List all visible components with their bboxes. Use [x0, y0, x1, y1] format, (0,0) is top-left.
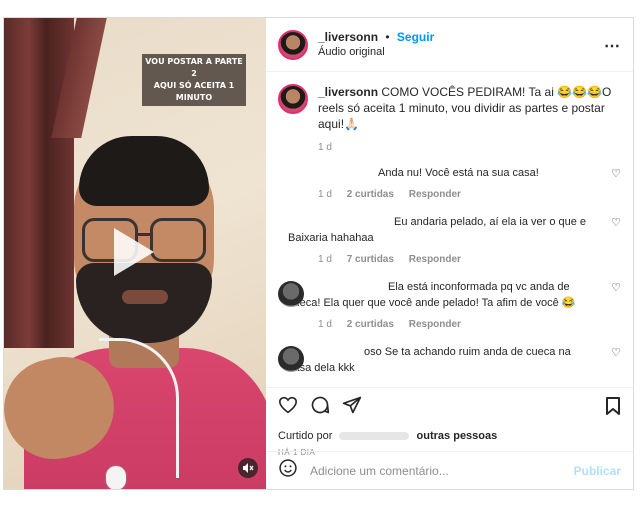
- comment-likes[interactable]: 7 curtidas: [347, 254, 394, 265]
- reel-video[interactable]: VOU POSTAR A PARTE 2 AQUI SÓ ACEITA 1 MI…: [4, 18, 266, 489]
- comment-reply-button[interactable]: Responder: [409, 189, 461, 200]
- separator-dot: •: [385, 30, 390, 44]
- comment-meta: 1 d 2 curtidas Responder: [318, 319, 621, 330]
- comment-text: Ela está inconformada pq vc anda de cuec…: [288, 281, 576, 309]
- comment-item: oso Se ta achando ruim anda de cueca na …: [278, 344, 621, 376]
- caption-meta: 1 d: [318, 142, 621, 153]
- video-curtain: [4, 18, 74, 348]
- post-header: _liversonn • Seguir Áudio original ⋯: [266, 18, 633, 72]
- like-heart-icon[interactable]: [278, 396, 298, 419]
- comment-likes[interactable]: 2 curtidas: [347, 189, 394, 200]
- comment-reply-button[interactable]: Responder: [409, 319, 461, 330]
- liked-by: Curtido por outras pessoas: [278, 430, 621, 442]
- comment-like-heart-icon[interactable]: ♡: [611, 167, 621, 180]
- comment-bubble-icon[interactable]: [310, 395, 330, 420]
- video-glasses-right: [150, 218, 206, 262]
- comments-list[interactable]: _liversonn COMO VOCÊS PEDIRAM! Ta ai 😂😂😂…: [266, 72, 633, 387]
- caption-text-block: _liversonn COMO VOCÊS PEDIRAM! Ta ai 😂😂😂…: [318, 84, 618, 132]
- emoji-glyph: [279, 459, 297, 477]
- author-avatar[interactable]: [278, 29, 308, 60]
- post-caption: _liversonn COMO VOCÊS PEDIRAM! Ta ai 😂😂😂…: [278, 84, 621, 132]
- comment-like-heart-icon[interactable]: ♡: [611, 346, 621, 359]
- liked-by-prefix: Curtido por: [278, 430, 333, 442]
- comment-like-heart-icon[interactable]: ♡: [611, 281, 621, 294]
- speaker-muted-icon[interactable]: [238, 458, 258, 478]
- comment-item: Ela está inconformada pq vc anda de cuec…: [278, 279, 621, 330]
- comment-text: Anda nu! Você está na sua casa!: [378, 167, 539, 179]
- comment-like-heart-icon[interactable]: ♡: [611, 216, 621, 229]
- speaker-muted-glyph: [243, 463, 254, 473]
- video-caption-line2: AQUI SÓ ACEITA 1 MINUTO: [153, 81, 235, 102]
- caption-avatar[interactable]: [278, 84, 308, 114]
- author-info: _liversonn • Seguir Áudio original: [318, 30, 434, 59]
- video-earbud: [106, 466, 126, 489]
- comment-time: 1 d: [318, 254, 332, 265]
- author-username[interactable]: _liversonn: [318, 30, 378, 44]
- comment-bubble-glyph: [311, 396, 330, 413]
- caption-time: 1 d: [318, 142, 332, 153]
- like-heart-glyph: [278, 396, 298, 413]
- action-icons: [278, 396, 621, 418]
- comment-meta: 1 d 7 curtidas Responder: [318, 254, 621, 265]
- publish-button[interactable]: Publicar: [574, 464, 621, 478]
- emoji-icon[interactable]: [278, 458, 298, 483]
- commenter-avatar[interactable]: [278, 346, 304, 372]
- video-caption: VOU POSTAR A PARTE 2 AQUI SÓ ACEITA 1 MI…: [142, 54, 246, 106]
- bookmark-save-icon[interactable]: [605, 396, 621, 421]
- share-send-icon[interactable]: [342, 395, 362, 420]
- comment-meta: 1 d 2 curtidas Responder: [318, 189, 621, 200]
- comment-text: Eu andaria pelado, aí ela ia ver o que e…: [288, 216, 587, 244]
- follow-button[interactable]: Seguir: [397, 30, 434, 44]
- comment-item: Anda nu! Você está na sua casa! ♡ 1 d 2 …: [278, 165, 621, 200]
- add-comment-input[interactable]: [310, 463, 560, 478]
- add-comment-bar: Publicar: [266, 451, 633, 489]
- share-send-glyph: [342, 396, 362, 413]
- post-side-panel: _liversonn • Seguir Áudio original ⋯ _li…: [266, 18, 633, 489]
- video-person-mouth: [122, 290, 168, 304]
- comment-text: oso Se ta achando ruim anda de cueca na …: [288, 346, 571, 374]
- liked-by-others-link[interactable]: outras pessoas: [417, 430, 498, 442]
- audio-label[interactable]: Áudio original: [318, 45, 434, 59]
- post-modal: VOU POSTAR A PARTE 2 AQUI SÓ ACEITA 1 MI…: [3, 17, 634, 490]
- bookmark-glyph: [606, 397, 620, 415]
- video-caption-line1: VOU POSTAR A PARTE 2: [145, 57, 243, 78]
- play-icon[interactable]: [114, 228, 154, 276]
- comment-item: Eu andaria pelado, aí ela ia ver o que e…: [278, 214, 621, 265]
- more-options-icon[interactable]: ⋯: [604, 36, 621, 56]
- liked-by-user-redacted: [339, 432, 410, 441]
- comment-time: 1 d: [318, 189, 332, 200]
- comment-time: 1 d: [318, 319, 332, 330]
- comment-reply-button[interactable]: Responder: [409, 254, 461, 265]
- commenter-avatar[interactable]: [278, 281, 304, 307]
- caption-username[interactable]: _liversonn: [318, 85, 378, 99]
- author-line: _liversonn • Seguir: [318, 30, 434, 45]
- comment-likes[interactable]: 2 curtidas: [347, 319, 394, 330]
